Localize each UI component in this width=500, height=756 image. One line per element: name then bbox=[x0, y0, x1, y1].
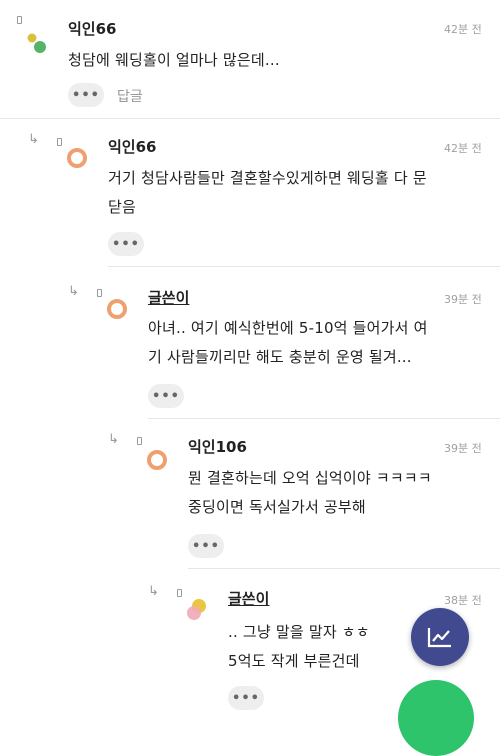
comment-text: .. 그냥 말을 말자 ㅎㅎ 5억도 작게 부른건데 bbox=[228, 623, 370, 670]
comment-author[interactable]: 익인106 bbox=[188, 436, 247, 457]
indent-marker-icon bbox=[57, 138, 62, 146]
write-fab-button[interactable] bbox=[398, 680, 474, 756]
comment-author[interactable]: 글쓴이 bbox=[148, 287, 189, 308]
comment-text: 청담에 웨딩홀이 얼마나 많은데... bbox=[68, 51, 280, 69]
more-options-button[interactable]: ••• bbox=[108, 232, 144, 256]
indent-marker-icon bbox=[17, 16, 22, 24]
more-options-button[interactable]: ••• bbox=[68, 83, 104, 107]
comment-author[interactable]: 익인66 bbox=[108, 136, 156, 157]
comment-author[interactable]: 익인66 bbox=[68, 18, 116, 39]
comment-time: 42분 전 bbox=[444, 23, 482, 36]
indent-marker-icon bbox=[97, 289, 102, 297]
avatar bbox=[187, 599, 206, 620]
divider bbox=[188, 568, 500, 569]
comment-text: 아녀.. 여기 예식한번에 5-10억 들어가서 여 기 사람들끼리만 해도 충… bbox=[148, 319, 428, 366]
reply-arrow-icon: ↳ bbox=[108, 432, 119, 447]
indent-marker-icon bbox=[177, 589, 182, 597]
stats-fab-button[interactable] bbox=[411, 608, 469, 666]
comment-text: 뭔 결혼하는데 오억 십억이야 ㅋㅋㅋㅋ 중딩이면 독서실가서 공부해 bbox=[188, 469, 432, 516]
avatar bbox=[67, 148, 87, 168]
comment-author[interactable]: 글쓴이 bbox=[228, 588, 269, 609]
divider bbox=[148, 418, 500, 419]
indent-marker-icon bbox=[137, 437, 142, 445]
avatar bbox=[147, 450, 167, 470]
comment-time: 38분 전 bbox=[444, 594, 482, 607]
trend-chart-icon bbox=[427, 628, 451, 648]
divider bbox=[0, 118, 500, 119]
avatar bbox=[107, 299, 127, 319]
reply-arrow-icon: ↳ bbox=[28, 132, 39, 147]
avatar bbox=[27, 33, 46, 53]
reply-button[interactable]: 답글 bbox=[117, 86, 143, 106]
comment-time: 39분 전 bbox=[444, 293, 482, 306]
comment-text: 거기 청담사람들만 결혼할수있게하면 웨딩홀 다 문 닫음 bbox=[108, 169, 427, 216]
reply-arrow-icon: ↳ bbox=[68, 284, 79, 299]
comment-time: 39분 전 bbox=[444, 442, 482, 455]
reply-arrow-icon: ↳ bbox=[148, 584, 159, 599]
more-options-button[interactable]: ••• bbox=[188, 534, 224, 558]
comment-time: 42분 전 bbox=[444, 142, 482, 155]
more-options-button[interactable]: ••• bbox=[228, 686, 264, 710]
divider bbox=[108, 266, 500, 267]
more-options-button[interactable]: ••• bbox=[148, 384, 184, 408]
